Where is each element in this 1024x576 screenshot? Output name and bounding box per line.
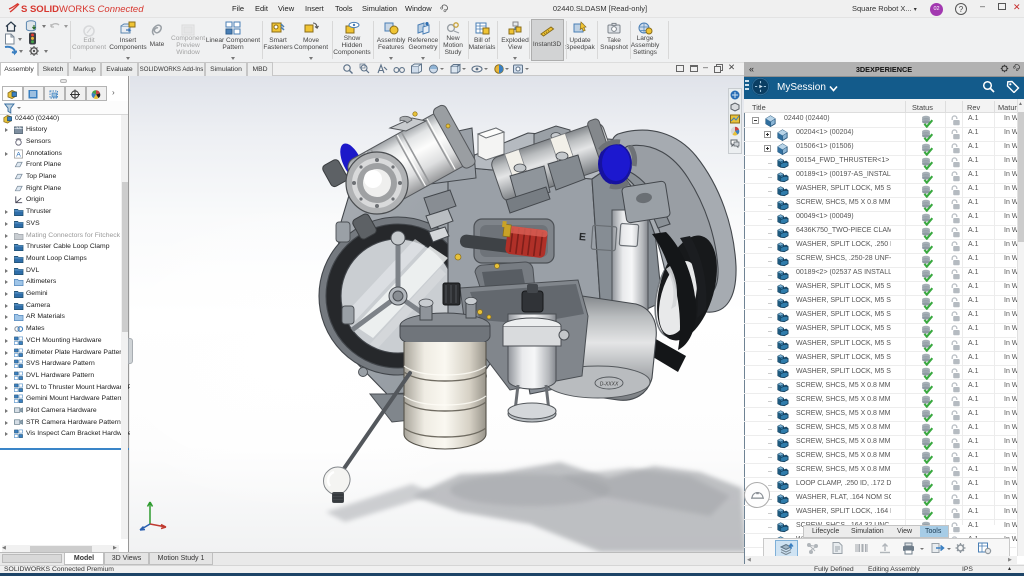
svg-text:E: E — [579, 231, 587, 243]
svg-text:A: A — [16, 151, 21, 158]
svg-text:D-XXXX: D-XXXX — [600, 382, 619, 388]
